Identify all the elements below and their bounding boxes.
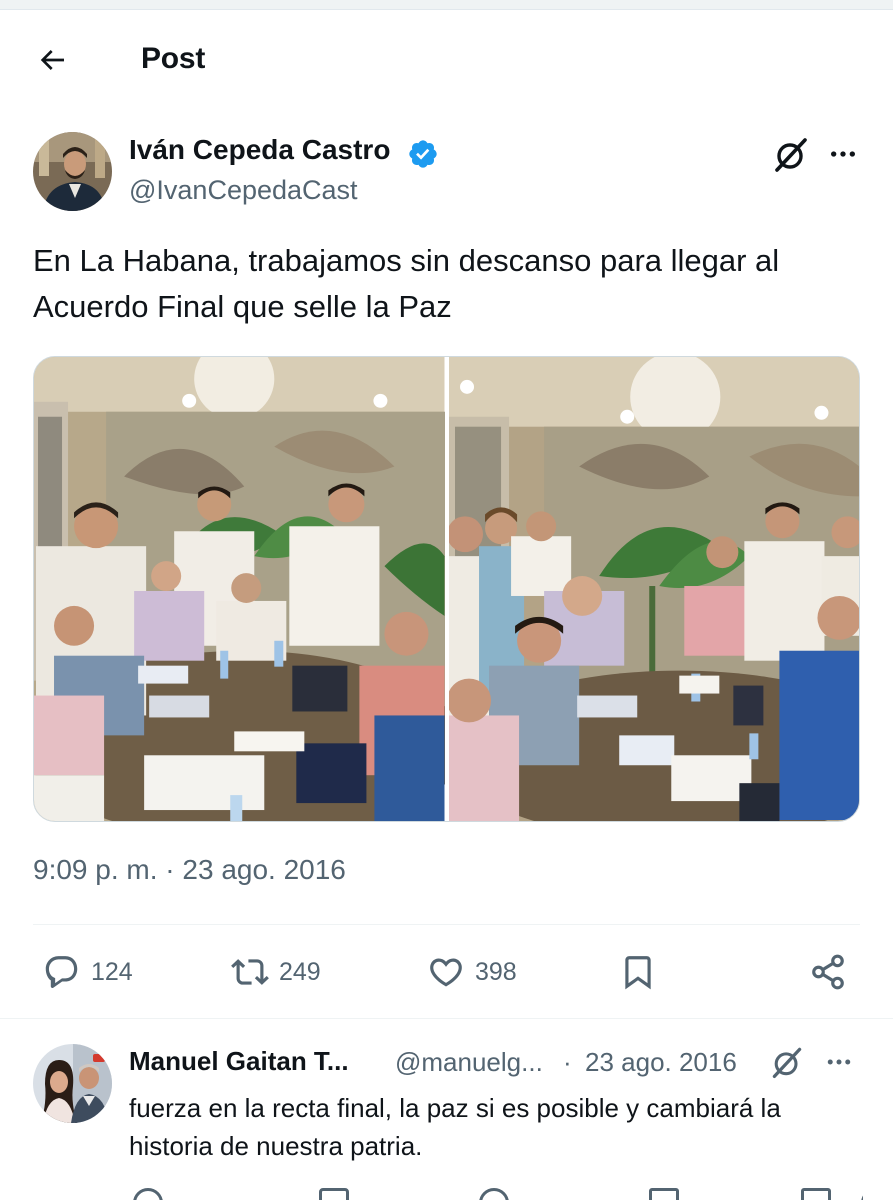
reply-date[interactable]: 23 ago. 2016 xyxy=(585,1047,737,1078)
reply-header: Manuel Gaitan T... @manuelg... · 23 ago.… xyxy=(129,1046,863,1082)
heart-icon[interactable] xyxy=(479,1188,509,1200)
repost-count: 249 xyxy=(279,957,321,986)
reply-icon xyxy=(45,956,78,988)
reply-button[interactable]: 124 xyxy=(43,944,133,1000)
arrow-left-icon xyxy=(40,50,64,70)
back-button[interactable] xyxy=(32,40,72,80)
more-horizontal-icon xyxy=(827,1059,851,1065)
reply-count: 124 xyxy=(91,957,133,986)
grok-button[interactable] xyxy=(771,134,811,174)
tweet-photo-2[interactable] xyxy=(448,357,859,821)
reply-icon[interactable] xyxy=(133,1188,163,1200)
more-options-button[interactable] xyxy=(823,134,863,174)
more-horizontal-icon xyxy=(831,151,855,157)
share-icon xyxy=(812,954,844,990)
more-options-button[interactable] xyxy=(819,1044,859,1080)
divider xyxy=(33,924,860,925)
divider xyxy=(0,1018,893,1019)
reply-actions-partial xyxy=(129,1188,863,1200)
post-header: Post xyxy=(0,28,893,92)
bookmark-icon xyxy=(625,956,651,990)
author-handle[interactable]: @IvanCepedaCast xyxy=(129,175,358,206)
reply-author-name[interactable]: Manuel Gaitan T... xyxy=(129,1046,349,1077)
share-button[interactable] xyxy=(809,944,847,1000)
tweet-actions: 124 249 398 xyxy=(33,944,860,1004)
repost-icon xyxy=(231,959,269,985)
top-edge xyxy=(0,0,893,10)
like-count: 398 xyxy=(475,957,517,986)
author-name[interactable]: Iván Cepeda Castro xyxy=(129,134,390,166)
tweet-timestamp[interactable]: 9:09 p. m. · 23 ago. 2016 xyxy=(33,854,346,886)
heart-icon xyxy=(430,958,462,987)
repost-icon[interactable] xyxy=(319,1188,349,1200)
reply-text: fuerza en la recta final, la paz si es p… xyxy=(129,1093,781,1161)
tweet-media xyxy=(33,356,860,822)
share-icon[interactable] xyxy=(861,1188,863,1200)
tweet-author: Iván Cepeda Castro @IvanCepedaCast xyxy=(33,132,863,212)
verified-badge-icon xyxy=(409,140,437,168)
grok-icon xyxy=(775,138,807,172)
tweet-photo-1[interactable] xyxy=(34,357,445,821)
page-title: Post xyxy=(141,42,206,75)
reply-author-handle[interactable]: @manuelg... xyxy=(395,1047,543,1078)
grok-icon xyxy=(772,1047,802,1079)
like-button[interactable]: 398 xyxy=(427,944,517,1000)
grok-button[interactable] xyxy=(769,1044,805,1080)
tweet-text: En La Habana, trabajamos sin descanso pa… xyxy=(33,243,780,324)
views-icon[interactable] xyxy=(649,1188,679,1200)
repost-button[interactable]: 249 xyxy=(231,944,321,1000)
bookmark-icon[interactable] xyxy=(801,1188,831,1200)
avatar[interactable] xyxy=(33,1044,112,1123)
reply-tweet[interactable]: Manuel Gaitan T... @manuelg... · 23 ago.… xyxy=(33,1042,863,1200)
avatar[interactable] xyxy=(33,132,112,211)
bookmark-button[interactable] xyxy=(619,944,657,1000)
reply-separator: · xyxy=(563,1047,572,1077)
